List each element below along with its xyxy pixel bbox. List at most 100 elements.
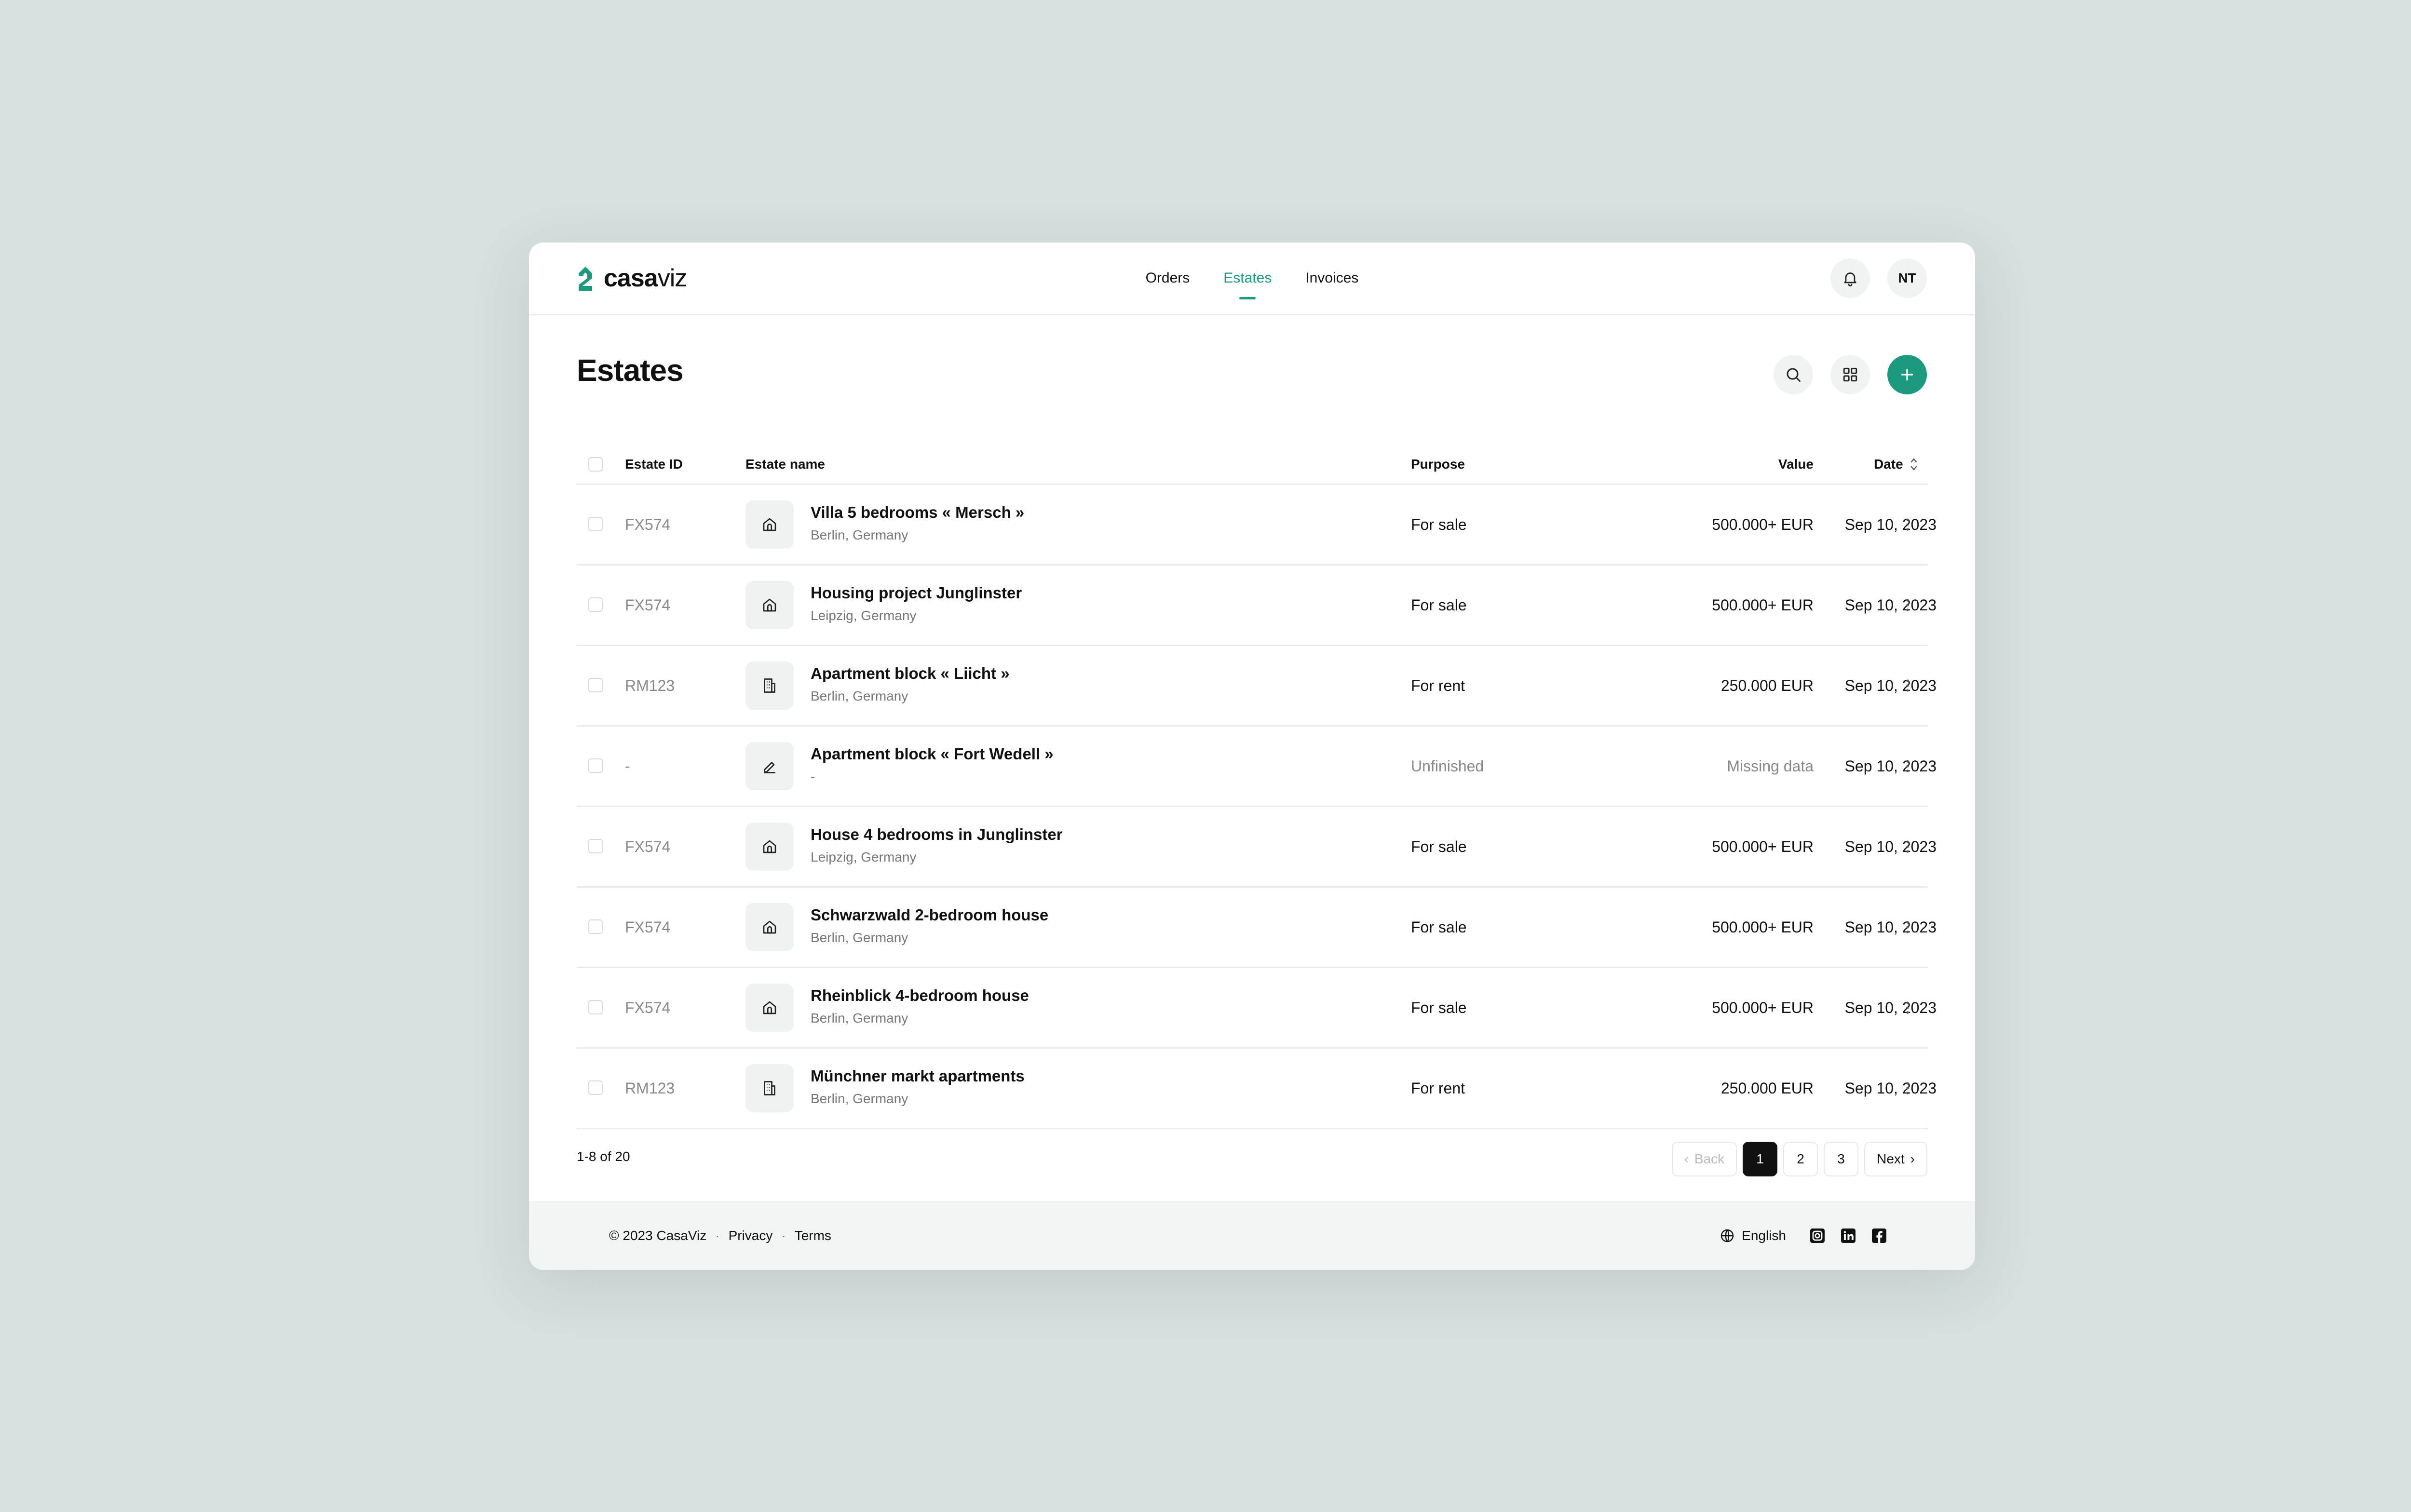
- linkedin-icon[interactable]: [1839, 1227, 1857, 1245]
- more-options-icon[interactable]: [1898, 837, 1917, 856]
- estate-date: Sep 10, 2023: [1844, 596, 1937, 614]
- estate-date: Sep 10, 2023: [1844, 838, 1937, 855]
- estate-date: Sep 10, 2023: [1844, 516, 1937, 533]
- estate-value: 500.000+ EUR: [1712, 516, 1814, 533]
- row-checkbox[interactable]: [588, 1080, 603, 1095]
- estate-name-cell: House 4 bedrooms in Junglinster Leipzig, …: [811, 825, 1063, 865]
- page-3-button[interactable]: 3: [1824, 1142, 1859, 1176]
- house-icon: [745, 823, 794, 871]
- estate-location: Berlin, Germany: [811, 527, 908, 542]
- estates-table: Estate ID Estate name Purpose Value Date…: [577, 445, 1937, 1129]
- estate-id: FX574: [625, 999, 671, 1016]
- estate-location: Berlin, Germany: [811, 1011, 908, 1026]
- grid-view-button[interactable]: [1830, 355, 1870, 394]
- estate-date: Sep 10, 2023: [1844, 677, 1937, 694]
- estate-name[interactable]: Münchner markt apartments: [811, 1067, 1025, 1085]
- estate-id: FX574: [625, 596, 671, 614]
- search-button[interactable]: [1774, 355, 1813, 394]
- table-row[interactable]: FX574 Schwarzwald 2-bedroom house Berlin, …: [577, 888, 1937, 968]
- row-checkbox[interactable]: [588, 1000, 603, 1014]
- table-row[interactable]: FX574 Villa 5 bedrooms « Mersch » Berlin, …: [577, 485, 1937, 566]
- estate-purpose: For sale: [1411, 838, 1467, 855]
- main-nav: Orders Estates Invoices: [529, 243, 1975, 314]
- page-2-button[interactable]: 2: [1783, 1142, 1818, 1176]
- results-count: 1-8 of 20: [577, 1149, 630, 1164]
- app-window: casaviz Orders Estates Invoices NT Estat…: [529, 243, 1975, 1270]
- building-icon: [745, 662, 794, 710]
- estate-id: FX574: [625, 516, 671, 533]
- separator: ·: [781, 1228, 786, 1243]
- notifications-button[interactable]: [1830, 258, 1870, 298]
- estate-name[interactable]: Rheinblick 4-bedroom house: [811, 986, 1029, 1005]
- grid-icon: [1843, 367, 1857, 382]
- table-row[interactable]: FX574 Rheinblick 4-bedroom house Berlin, G…: [577, 968, 1937, 1049]
- estate-id: RM123: [625, 1080, 675, 1097]
- estate-id: RM123: [625, 677, 675, 694]
- more-options-icon[interactable]: [1898, 515, 1917, 534]
- language-selector[interactable]: English: [1720, 1228, 1786, 1243]
- estate-location: Berlin, Germany: [811, 688, 908, 703]
- more-options-icon[interactable]: [1898, 676, 1917, 695]
- table-row[interactable]: FX574 House 4 bedrooms in Junglinster Leip…: [577, 807, 1937, 888]
- add-estate-button[interactable]: [1887, 355, 1927, 394]
- estate-location: Berlin, Germany: [811, 1091, 908, 1106]
- estate-name[interactable]: House 4 bedrooms in Junglinster: [811, 825, 1063, 844]
- estate-name[interactable]: Schwarzwald 2-bedroom house: [811, 906, 1048, 924]
- footer: © 2023 CasaViz · Privacy · Terms English: [529, 1201, 1975, 1270]
- row-checkbox[interactable]: [588, 678, 603, 692]
- row-checkbox[interactable]: [588, 517, 603, 531]
- page-title: Estates: [577, 353, 684, 388]
- column-estate-id[interactable]: Estate ID: [625, 445, 683, 484]
- more-options-icon[interactable]: [1898, 595, 1917, 615]
- column-value[interactable]: Value: [1565, 445, 1814, 484]
- estate-name[interactable]: Villa 5 bedrooms « Mersch »: [811, 503, 1024, 522]
- table-row[interactable]: RM123 Apartment block « Liicht » Berlin, G…: [577, 646, 1937, 727]
- row-checkbox[interactable]: [588, 919, 603, 934]
- avatar[interactable]: NT: [1887, 258, 1927, 298]
- more-options-icon[interactable]: [1898, 756, 1917, 776]
- estate-id: FX574: [625, 918, 671, 936]
- pagination: ‹ Back 1 2 3 Next ›: [1671, 1142, 1927, 1176]
- back-button[interactable]: ‹ Back: [1671, 1142, 1737, 1176]
- estate-name-cell: Villa 5 bedrooms « Mersch » Berlin, Germa…: [811, 503, 1024, 543]
- table-row[interactable]: RM123 Münchner markt apartments Berlin, Ge…: [577, 1049, 1937, 1129]
- estate-name[interactable]: Apartment block « Liicht »: [811, 664, 1010, 683]
- nav-invoices[interactable]: Invoices: [1305, 243, 1358, 314]
- estate-location: Leipzig, Germany: [811, 608, 917, 623]
- more-options-icon[interactable]: [1898, 918, 1917, 937]
- estate-purpose: For rent: [1411, 1080, 1465, 1097]
- table-row[interactable]: - Apartment block « Fort Wedell » - Unfinis…: [577, 727, 1937, 807]
- more-options-icon[interactable]: [1898, 1079, 1917, 1098]
- estate-purpose: For sale: [1411, 918, 1467, 936]
- table-row[interactable]: FX574 Housing project Junglinster Leipzig,…: [577, 566, 1937, 646]
- row-checkbox[interactable]: [588, 758, 603, 773]
- estate-name[interactable]: Housing project Junglinster: [811, 584, 1022, 602]
- language-label: English: [1742, 1228, 1786, 1243]
- nav-orders[interactable]: Orders: [1146, 243, 1190, 314]
- next-button[interactable]: Next ›: [1864, 1142, 1927, 1176]
- row-checkbox[interactable]: [588, 597, 603, 612]
- sort-icon[interactable]: [1908, 445, 1920, 484]
- estate-date: Sep 10, 2023: [1844, 918, 1937, 936]
- column-estate-name[interactable]: Estate name: [745, 445, 825, 484]
- page-1-button[interactable]: 1: [1743, 1142, 1778, 1176]
- estate-purpose: For rent: [1411, 677, 1465, 694]
- privacy-link[interactable]: Privacy: [729, 1228, 773, 1243]
- house-icon: [745, 581, 794, 629]
- table-header: Estate ID Estate name Purpose Value Date: [577, 445, 1928, 485]
- bell-icon: [1844, 272, 1856, 287]
- row-checkbox[interactable]: [588, 839, 603, 853]
- estate-name-cell: Apartment block « Fort Wedell » -: [811, 745, 1054, 784]
- column-purpose[interactable]: Purpose: [1411, 445, 1465, 484]
- nav-estates[interactable]: Estates: [1223, 243, 1272, 314]
- instagram-icon[interactable]: [1808, 1227, 1827, 1245]
- estate-value: 500.000+ EUR: [1712, 838, 1814, 855]
- estate-purpose: For sale: [1411, 999, 1467, 1016]
- facebook-icon[interactable]: [1870, 1227, 1888, 1245]
- select-all-checkbox[interactable]: [588, 457, 603, 472]
- terms-link[interactable]: Terms: [795, 1228, 831, 1243]
- column-date[interactable]: Date: [1874, 445, 1920, 484]
- more-options-icon[interactable]: [1898, 998, 1917, 1017]
- estate-name[interactable]: Apartment block « Fort Wedell »: [811, 745, 1054, 763]
- next-label: Next: [1877, 1151, 1905, 1166]
